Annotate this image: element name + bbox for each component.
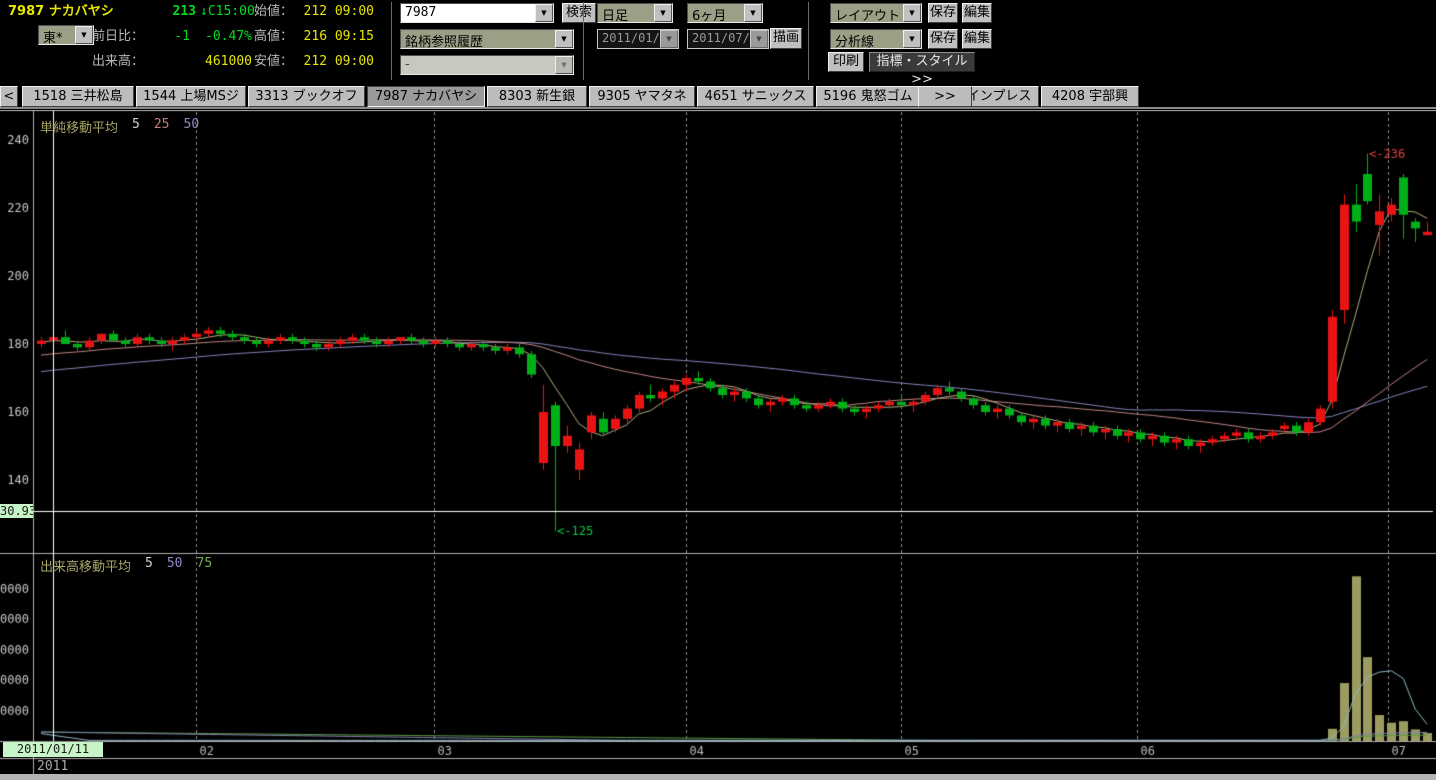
ma50-legend: 50 (184, 117, 200, 136)
analysis-line-value: 分析線 (831, 30, 903, 48)
high-label: 高値： (254, 29, 293, 44)
period-select[interactable]: 日足 ▼ (597, 3, 673, 23)
stock-tabbar: < 1518 三井松島1544 上場MSジ3313 ブックオフ7987 ナカバヤ… (0, 86, 1436, 107)
date-to-value: 2011/07/07 (688, 30, 750, 48)
cursor-price-label: 30.93 (0, 504, 33, 518)
span-select-value: 6ヶ月 (688, 4, 744, 22)
stock-tab[interactable]: 8303 新生銀 (487, 86, 587, 107)
empty-select-value: - (401, 56, 555, 74)
divider (583, 2, 584, 80)
line-save-button[interactable]: 保存 (928, 29, 958, 49)
span-select[interactable]: 6ヶ月 ▼ (687, 3, 763, 23)
stock-tab[interactable]: 4208 宇部興 (1041, 86, 1139, 107)
print-button[interactable]: 印刷 (828, 52, 864, 72)
stock-tab[interactable]: 7987 ナカバヤシ (367, 86, 485, 107)
search-button[interactable]: 検索 (562, 3, 596, 23)
chevron-down-icon[interactable]: ▼ (555, 30, 573, 48)
open-value: 212 09:00 (294, 4, 374, 19)
tab-scroll-right-button[interactable]: >> (918, 86, 972, 107)
ma5-legend: 5 (132, 117, 140, 136)
chevron-down-icon: ▼ (750, 30, 768, 48)
volume-ma-legend: 出来高移動平均 5 50 75 (40, 556, 212, 575)
low-value: 212 09:00 (294, 54, 374, 69)
ref-history-value: 銘柄参照履歴 (401, 30, 555, 48)
chevron-down-icon[interactable]: ▼ (75, 26, 93, 44)
indicator-style-button[interactable]: 指標・スタイル>> (869, 52, 975, 72)
stock-tab[interactable]: 1518 三井松島 (22, 86, 134, 107)
draw-button[interactable]: 描画 (770, 28, 802, 49)
chevron-down-icon: ▼ (555, 56, 573, 74)
chevron-down-icon[interactable]: ▼ (744, 4, 762, 22)
ma25-legend: 25 (154, 117, 170, 136)
price-ma-legend: 単純移動平均 5 25 50 (40, 117, 199, 136)
current-price: 213 (150, 4, 196, 19)
symbol-input[interactable]: 7987 ▼ (400, 3, 554, 23)
chevron-down-icon[interactable]: ▼ (654, 4, 672, 22)
bottom-scrollbar[interactable] (0, 774, 1436, 780)
volume-label: 出来高： (92, 54, 144, 69)
volume-value: 461000 (190, 54, 252, 69)
stock-tab[interactable]: 3313 ブックオフ (248, 86, 365, 107)
analysis-line-select[interactable]: 分析線 ▼ (830, 29, 922, 49)
tab-scroll-left-button[interactable]: < (0, 86, 18, 107)
date-to-select: 2011/07/07 ▼ (687, 29, 769, 49)
year-axis-label: 2011 (37, 759, 68, 774)
header: 7987 ナカバヤシ 213 ↓C15:00 始値： 212 09:00 東* … (0, 0, 1436, 84)
chevron-down-icon[interactable]: ▼ (535, 4, 553, 22)
exchange-select[interactable]: 東* ▼ (38, 25, 94, 45)
stock-tab[interactable]: 9305 ヤマタネ (589, 86, 695, 107)
open-label: 始値： (254, 4, 293, 19)
exchange-select-value: 東* (39, 26, 75, 44)
price-ma-legend-title: 単純移動平均 (40, 117, 118, 136)
stock-tab[interactable]: 4651 サニックス (697, 86, 814, 107)
prev-diff-pct: -0.47% (196, 29, 252, 44)
period-select-value: 日足 (598, 4, 654, 22)
divider (808, 2, 809, 80)
low-label: 安値： (254, 54, 293, 69)
vol-ma75-legend: 75 (197, 556, 213, 575)
stock-tab[interactable]: 1544 上場MSジ (136, 86, 246, 107)
chevron-down-icon[interactable]: ▼ (903, 30, 921, 48)
stock-tab[interactable]: 5196 鬼怒ゴム (816, 86, 920, 107)
high-value: 216 09:15 (294, 29, 374, 44)
date-from-select: 2011/01/07 ▼ (597, 29, 679, 49)
line-edit-button[interactable]: 編集 (962, 29, 992, 49)
layout-save-button[interactable]: 保存 (928, 3, 958, 23)
layout-select-value: レイアウト (831, 4, 903, 22)
symbol-input-value: 7987 (401, 4, 535, 22)
divider (391, 2, 392, 80)
layout-edit-button[interactable]: 編集 (962, 3, 992, 23)
prev-diff-label: 前日比： (92, 29, 144, 44)
layout-select[interactable]: レイアウト ▼ (830, 3, 922, 23)
empty-select: - ▼ (400, 55, 574, 75)
vol-ma50-legend: 50 (167, 556, 183, 575)
cursor-date-label: 2011/01/11 (3, 742, 103, 757)
stock-title: 7987 ナカバヤシ (8, 4, 114, 19)
ref-history-select[interactable]: 銘柄参照履歴 ▼ (400, 29, 574, 49)
chart-canvas[interactable] (0, 110, 1436, 780)
prev-diff-value: -1 (150, 29, 190, 44)
session-close: ↓C15:00 (200, 4, 255, 19)
date-from-value: 2011/01/07 (598, 30, 660, 48)
vol-ma5-legend: 5 (145, 556, 153, 575)
chevron-down-icon: ▼ (660, 30, 678, 48)
tabbar-underline (0, 107, 1436, 109)
chevron-down-icon[interactable]: ▼ (903, 4, 921, 22)
volume-ma-legend-title: 出来高移動平均 (40, 556, 131, 575)
